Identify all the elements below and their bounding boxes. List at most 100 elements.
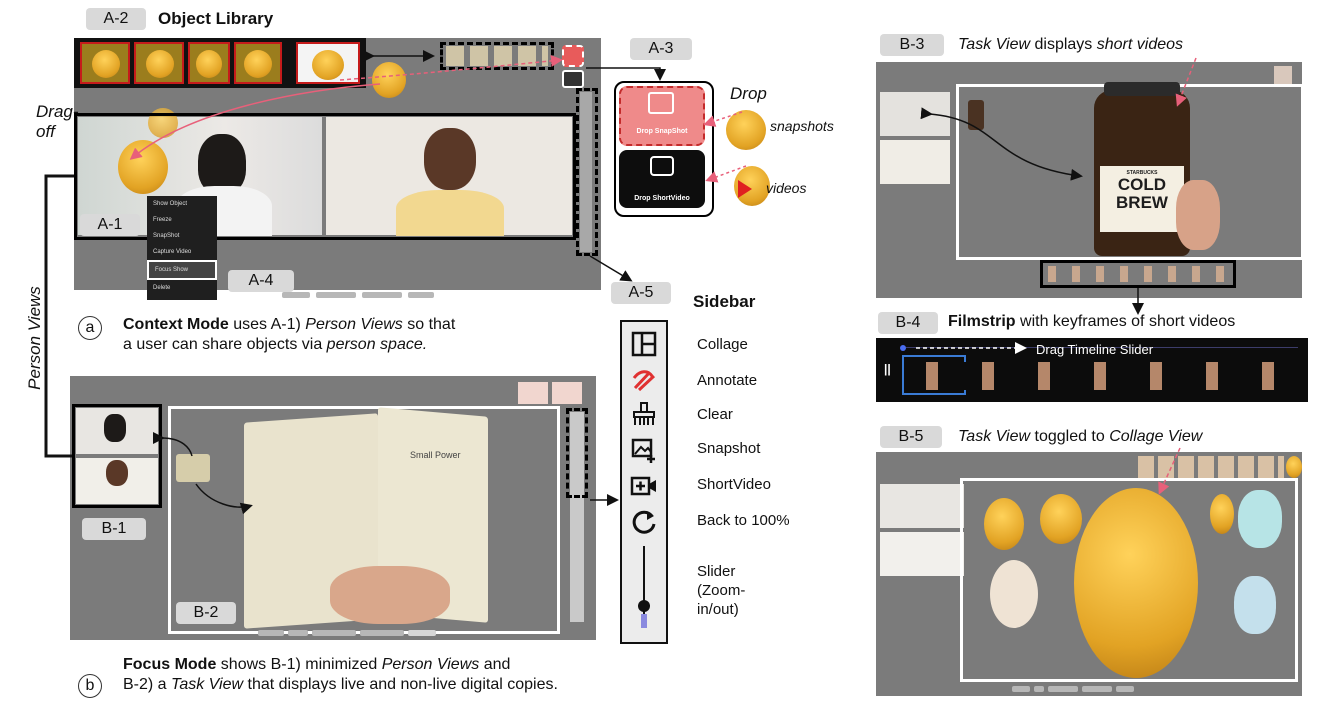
b3-mini-bottle [968, 100, 984, 130]
sidebar-label-collage: Collage [697, 336, 748, 353]
mini-thumbs [446, 46, 548, 66]
toolbar-button[interactable] [1048, 686, 1078, 692]
duck-thumb [244, 50, 272, 78]
b3-title: Task View displays short videos [958, 36, 1184, 53]
duck-thumb [146, 50, 174, 78]
videos-label: videos [766, 180, 807, 196]
menu-item[interactable]: Freeze [147, 212, 217, 228]
collage-duck-4 [1210, 494, 1234, 534]
drop-shortvideo-label: Drop ShortVideo [634, 195, 690, 202]
menu-item[interactable]: Capture Video [147, 244, 217, 260]
sidebar-heading: Sidebar [693, 292, 756, 311]
collage-icon[interactable] [630, 330, 658, 358]
shortvideo-icon[interactable] [630, 472, 658, 500]
b3-person-2 [880, 140, 950, 184]
tag-b4: B-4 [878, 312, 938, 334]
drop-video-mini-button[interactable] [562, 70, 584, 88]
tag-a2: A-2 [86, 8, 146, 30]
collage-duck-2 [1040, 494, 1082, 544]
bottle-cap [1104, 82, 1180, 96]
pause-icon[interactable]: || [884, 362, 891, 376]
caption-b: Focus Mode shows B-1) minimized Person V… [123, 656, 558, 693]
filmstrip-keyframes [926, 362, 1286, 390]
sidebar-label-clear: Clear [697, 406, 733, 423]
context-menu: Show Object Freeze SnapShot Capture Vide… [147, 196, 217, 300]
tag-a3: A-3 [630, 38, 692, 60]
collage-duck-3 [990, 560, 1038, 628]
toolbar-button[interactable] [1012, 686, 1030, 692]
tag-a5: A-5 [611, 282, 671, 304]
toolbar-button[interactable] [360, 630, 404, 636]
b5-title: Task View toggled to Collage View [958, 428, 1203, 445]
timeline-slider[interactable] [900, 345, 906, 351]
b3-corner-thumb [1274, 66, 1292, 86]
person-views-vertical-label: Person Views [25, 286, 44, 390]
tag-b5: B-5 [880, 426, 942, 448]
object-library-heading: Object Library [158, 9, 274, 28]
reset-icon[interactable] [630, 508, 658, 536]
collage-big-duck [1074, 488, 1198, 678]
snapshot-duck [726, 110, 766, 150]
menu-item[interactable]: Delete [147, 280, 217, 296]
drop-snapshot-mini-button[interactable] [562, 45, 584, 67]
toolbar-button[interactable] [408, 292, 434, 298]
sidebar-label-slider: Slider (Zoom-in/out) [697, 563, 746, 618]
caption-a-marker: a [78, 316, 102, 340]
play-icon [650, 156, 674, 176]
menu-item[interactable]: Show Object [147, 196, 217, 212]
menu-item-focus-show[interactable]: Focus Show [147, 260, 217, 280]
b5-top-thumbs [1138, 456, 1284, 478]
b5-person-1 [880, 484, 964, 528]
drag-timeline-label: Drag Timeline Slider [1036, 342, 1154, 357]
b5-person-2 [880, 532, 964, 576]
toolbar-button[interactable] [1034, 686, 1044, 692]
bottle-hand [1176, 180, 1220, 250]
context-sidebar-dashed [576, 88, 598, 256]
menu-item[interactable]: SnapShot [147, 228, 217, 244]
snapshot-icon[interactable] [630, 436, 658, 464]
b5-corner-duck [1286, 456, 1302, 478]
zoom-slider-tail [641, 614, 647, 628]
toolbar-button[interactable] [312, 630, 356, 636]
minimized-person-views-b1 [72, 404, 162, 508]
b3-person-1 [880, 92, 950, 136]
drop-snapshot-label: Drop SnapShot [636, 128, 688, 135]
toolbar-button[interactable] [288, 630, 308, 636]
focus-top-thumbs [518, 382, 584, 404]
collage-squirtle-1 [1238, 490, 1282, 548]
tag-a1: A-1 [80, 214, 140, 236]
drag-off-label: Drag-off [36, 102, 79, 141]
collage-duck-1 [984, 498, 1024, 550]
toolbar-button[interactable] [1082, 686, 1112, 692]
video-play-icon [738, 180, 752, 198]
filmstrip-heading: Filmstrip with keyframes of short videos [948, 313, 1236, 330]
toolbar-button[interactable] [1116, 686, 1134, 692]
focus-sidebar-dashed [566, 408, 588, 498]
image-add-icon [648, 92, 674, 114]
dragged-duck [372, 62, 406, 98]
toolbar-button[interactable] [316, 292, 356, 298]
tag-b1: B-1 [82, 518, 146, 540]
toolbar-button[interactable] [282, 292, 310, 298]
caption-a: Context Mode uses A-1) Person Views so t… [123, 316, 456, 353]
book-page-title: Small Power [410, 450, 461, 460]
toolbar-button[interactable] [258, 630, 284, 636]
tag-a4: A-4 [228, 270, 294, 292]
bottle-label: STARBUCKS COLD BREW [1100, 166, 1184, 232]
clear-icon[interactable] [630, 400, 658, 428]
duck-thumb [312, 50, 344, 80]
sidebar-label-annotate: Annotate [697, 372, 758, 389]
zoom-slider-handle[interactable] [638, 600, 650, 612]
sidebar-label-snapshot: Snapshot [697, 440, 761, 457]
toolbar-button[interactable] [362, 292, 402, 298]
hand [330, 566, 450, 624]
annotate-icon[interactable] [630, 366, 658, 394]
snapshots-label: snapshots [770, 118, 834, 134]
caption-b-marker: b [78, 674, 102, 698]
toolbar-button[interactable] [408, 630, 436, 636]
duck-thumb [196, 50, 222, 78]
tag-b2: B-2 [176, 602, 236, 624]
duck-thumb [92, 50, 120, 78]
sidebar-label-reset: Back to 100% [697, 512, 790, 529]
b3-keyframes [1048, 266, 1228, 282]
